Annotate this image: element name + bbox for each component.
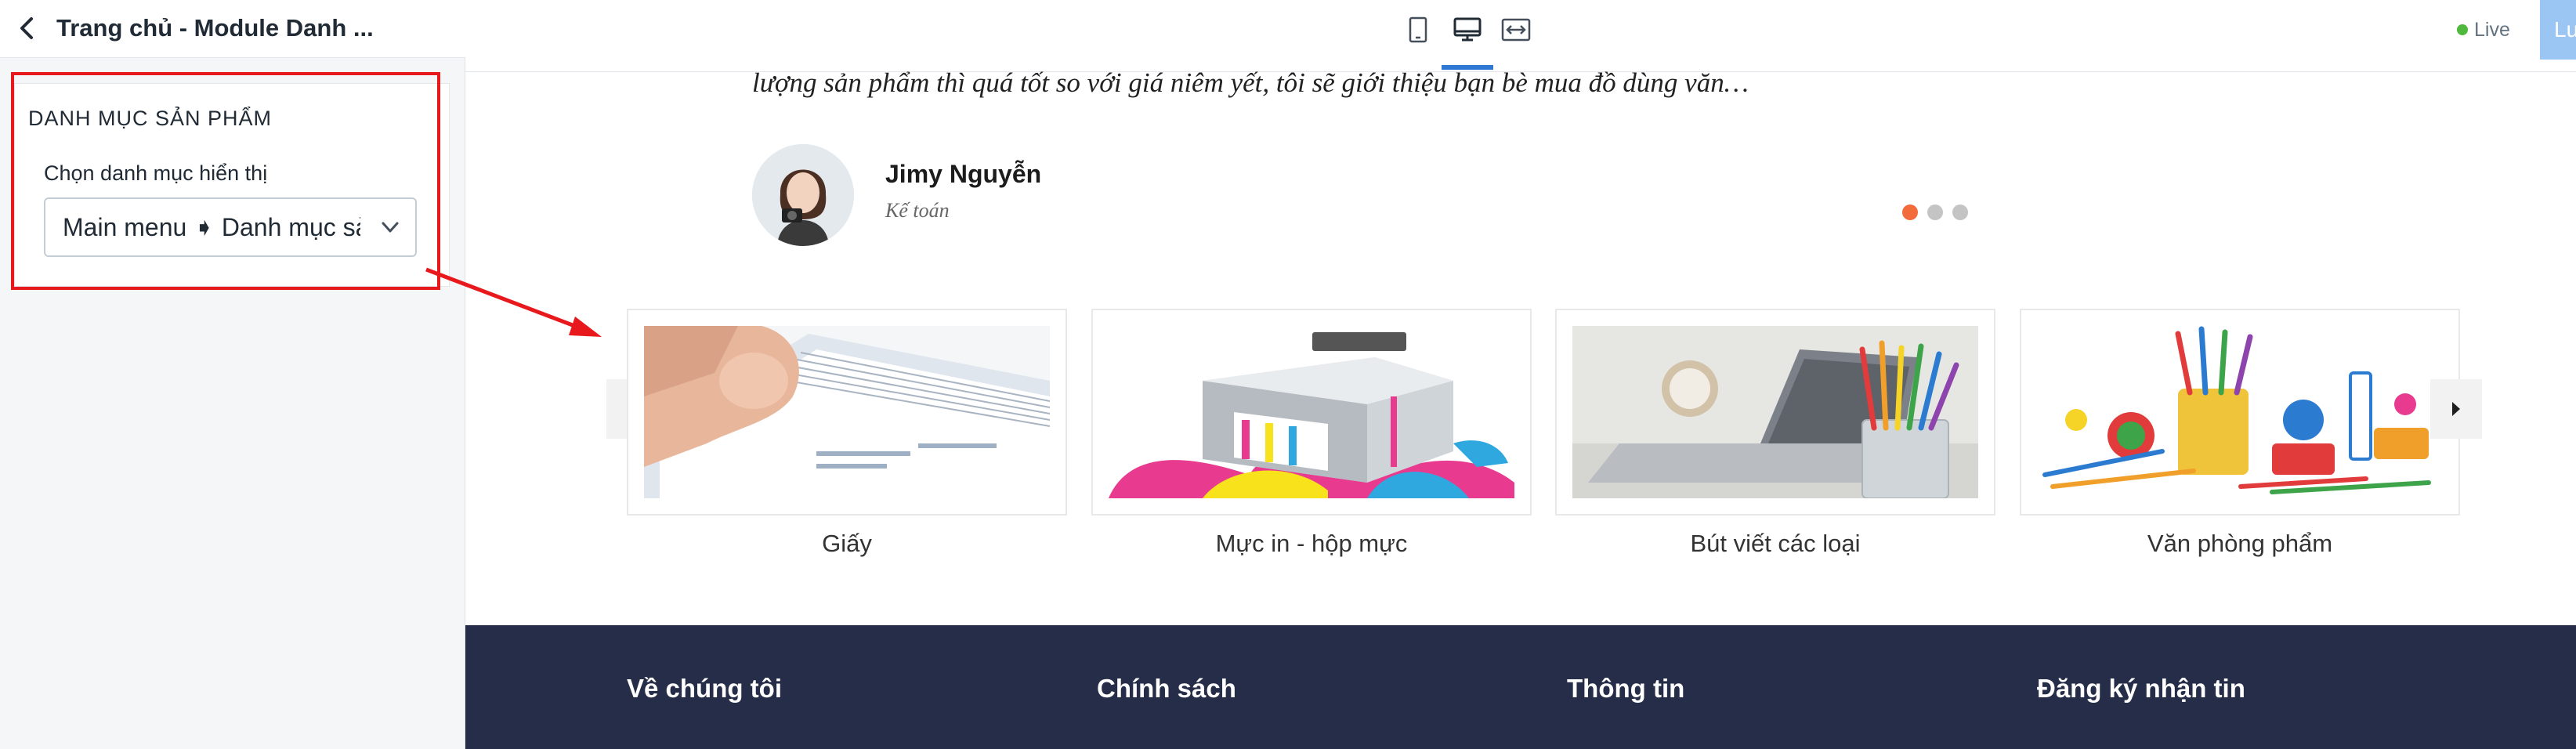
- category-label[interactable]: Văn phòng phẩm: [2020, 530, 2460, 558]
- live-status-label: Live: [2474, 19, 2510, 41]
- footer-heading-info: Thông tin: [1567, 674, 1685, 703]
- category-card-but-viet[interactable]: [1555, 309, 1995, 516]
- chevron-down-icon: [382, 222, 399, 233]
- full-width-icon: [1501, 18, 1531, 42]
- section-title: DANH MỤC SẢN PHẨM: [28, 107, 273, 130]
- category-select-value: Main menu ➧ Danh mục sản phẩm: [63, 213, 360, 241]
- chevron-left-icon: [20, 17, 33, 39]
- reviewer-avatar: [752, 144, 854, 246]
- category-label[interactable]: Mực in - hộp mực: [1091, 530, 1532, 558]
- testimonial-quote: lượng sản phẩm thì quá tốt so với giá ni…: [752, 67, 1749, 98]
- live-status-dot: [2457, 24, 2468, 35]
- testimonial-dot-2[interactable]: [1927, 204, 1943, 220]
- category-card-giay[interactable]: [627, 309, 1067, 516]
- category-card-van-phong-pham[interactable]: [2020, 309, 2460, 516]
- caret-right-icon: [2452, 402, 2460, 416]
- device-fullwidth-button[interactable]: [1496, 9, 1536, 50]
- sidebar-title: Trang chủ - Module Danh ...: [56, 14, 374, 42]
- save-button[interactable]: Lưu: [2540, 0, 2576, 60]
- category-select[interactable]: Main menu ➧ Danh mục sản phẩm: [44, 197, 417, 257]
- reviewer-name: Jimy Nguyễn: [885, 160, 1042, 188]
- footer-heading-about: Về chúng tôi: [627, 674, 782, 703]
- reviewer-role: Kế toán: [885, 199, 950, 222]
- mobile-icon: [1409, 16, 1427, 43]
- desktop-icon: [1453, 17, 1482, 42]
- printer-ink-image: [1109, 326, 1514, 498]
- testimonial-dot-1[interactable]: [1902, 204, 1918, 220]
- testimonial-dot-3[interactable]: [1952, 204, 1968, 220]
- category-field-label: Chọn danh mục hiển thị: [44, 161, 268, 185]
- pencils-laptop-image: [1572, 326, 1978, 498]
- back-button[interactable]: [11, 13, 42, 44]
- footer-heading-newsletter: Đăng ký nhận tin: [2037, 674, 2245, 703]
- stationery-image: [2037, 326, 2443, 498]
- category-card-muc-in[interactable]: [1091, 309, 1532, 516]
- carousel-next-button[interactable]: [2430, 379, 2482, 439]
- category-label[interactable]: Bút viết các loại: [1555, 530, 1995, 558]
- site-footer: [465, 625, 2576, 749]
- device-desktop-button[interactable]: [1447, 9, 1488, 50]
- category-label[interactable]: Giấy: [627, 530, 1067, 558]
- paper-stack-image: [644, 326, 1050, 498]
- person-photo-icon: [752, 144, 854, 246]
- footer-heading-policy: Chính sách: [1097, 674, 1236, 703]
- device-mobile-button[interactable]: [1398, 9, 1438, 50]
